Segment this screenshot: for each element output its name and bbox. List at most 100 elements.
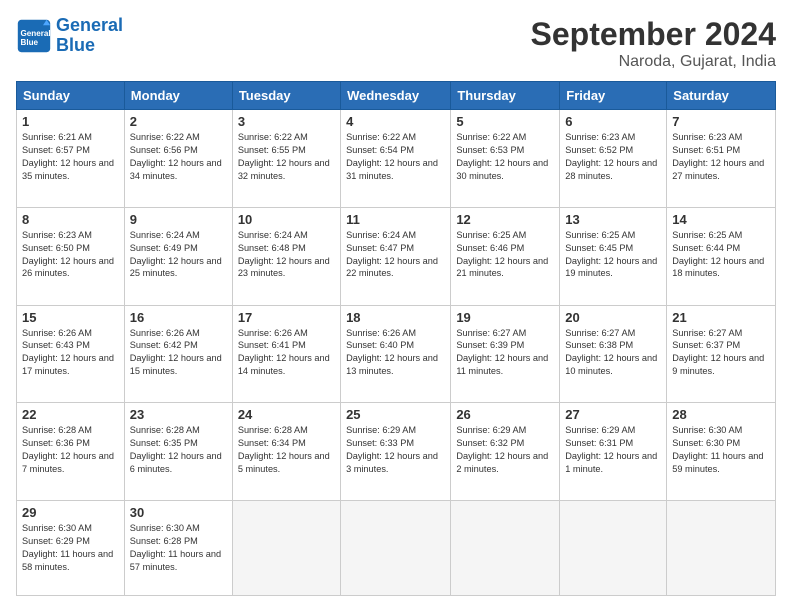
calendar-week-2: 15 Sunrise: 6:26 AM Sunset: 6:43 PM Dayl…	[17, 305, 776, 403]
day-number: 8	[22, 212, 119, 227]
calendar-week-4: 29 Sunrise: 6:30 AM Sunset: 6:29 PM Dayl…	[17, 501, 776, 596]
day-number: 9	[130, 212, 227, 227]
day-detail: Sunrise: 6:29 AM Sunset: 6:32 PM Dayligh…	[456, 424, 554, 476]
table-row: 3 Sunrise: 6:22 AM Sunset: 6:55 PM Dayli…	[232, 110, 340, 208]
day-number: 1	[22, 114, 119, 129]
table-row: 19 Sunrise: 6:27 AM Sunset: 6:39 PM Dayl…	[451, 305, 560, 403]
day-number: 6	[565, 114, 661, 129]
logo: General Blue GeneralBlue	[16, 16, 123, 56]
day-detail: Sunrise: 6:21 AM Sunset: 6:57 PM Dayligh…	[22, 131, 119, 183]
svg-text:Blue: Blue	[21, 38, 39, 47]
day-number: 25	[346, 407, 445, 422]
table-row	[560, 501, 667, 596]
day-detail: Sunrise: 6:28 AM Sunset: 6:34 PM Dayligh…	[238, 424, 335, 476]
col-friday: Friday	[560, 82, 667, 110]
table-row: 23 Sunrise: 6:28 AM Sunset: 6:35 PM Dayl…	[124, 403, 232, 501]
day-number: 19	[456, 310, 554, 325]
month-title: September 2024	[531, 16, 776, 53]
day-number: 27	[565, 407, 661, 422]
day-detail: Sunrise: 6:29 AM Sunset: 6:31 PM Dayligh…	[565, 424, 661, 476]
title-block: September 2024 Naroda, Gujarat, India	[531, 16, 776, 71]
table-row: 18 Sunrise: 6:26 AM Sunset: 6:40 PM Dayl…	[341, 305, 451, 403]
table-row: 28 Sunrise: 6:30 AM Sunset: 6:30 PM Dayl…	[667, 403, 776, 501]
table-row	[232, 501, 340, 596]
day-number: 18	[346, 310, 445, 325]
header-row: Sunday Monday Tuesday Wednesday Thursday…	[17, 82, 776, 110]
calendar-week-1: 8 Sunrise: 6:23 AM Sunset: 6:50 PM Dayli…	[17, 207, 776, 305]
table-row: 26 Sunrise: 6:29 AM Sunset: 6:32 PM Dayl…	[451, 403, 560, 501]
day-number: 2	[130, 114, 227, 129]
day-number: 23	[130, 407, 227, 422]
day-detail: Sunrise: 6:28 AM Sunset: 6:35 PM Dayligh…	[130, 424, 227, 476]
day-number: 28	[672, 407, 770, 422]
day-number: 29	[22, 505, 119, 520]
day-number: 17	[238, 310, 335, 325]
col-saturday: Saturday	[667, 82, 776, 110]
day-number: 22	[22, 407, 119, 422]
day-number: 15	[22, 310, 119, 325]
svg-text:General: General	[21, 29, 51, 38]
day-detail: Sunrise: 6:27 AM Sunset: 6:37 PM Dayligh…	[672, 327, 770, 379]
col-tuesday: Tuesday	[232, 82, 340, 110]
table-row: 16 Sunrise: 6:26 AM Sunset: 6:42 PM Dayl…	[124, 305, 232, 403]
calendar-week-3: 22 Sunrise: 6:28 AM Sunset: 6:36 PM Dayl…	[17, 403, 776, 501]
day-detail: Sunrise: 6:29 AM Sunset: 6:33 PM Dayligh…	[346, 424, 445, 476]
table-row: 2 Sunrise: 6:22 AM Sunset: 6:56 PM Dayli…	[124, 110, 232, 208]
day-detail: Sunrise: 6:24 AM Sunset: 6:47 PM Dayligh…	[346, 229, 445, 281]
table-row: 27 Sunrise: 6:29 AM Sunset: 6:31 PM Dayl…	[560, 403, 667, 501]
day-detail: Sunrise: 6:27 AM Sunset: 6:38 PM Dayligh…	[565, 327, 661, 379]
day-number: 16	[130, 310, 227, 325]
day-number: 10	[238, 212, 335, 227]
day-detail: Sunrise: 6:27 AM Sunset: 6:39 PM Dayligh…	[456, 327, 554, 379]
day-detail: Sunrise: 6:26 AM Sunset: 6:40 PM Dayligh…	[346, 327, 445, 379]
day-number: 7	[672, 114, 770, 129]
col-sunday: Sunday	[17, 82, 125, 110]
day-number: 5	[456, 114, 554, 129]
table-row: 10 Sunrise: 6:24 AM Sunset: 6:48 PM Dayl…	[232, 207, 340, 305]
table-row: 25 Sunrise: 6:29 AM Sunset: 6:33 PM Dayl…	[341, 403, 451, 501]
day-number: 12	[456, 212, 554, 227]
day-detail: Sunrise: 6:30 AM Sunset: 6:28 PM Dayligh…	[130, 522, 227, 574]
day-number: 13	[565, 212, 661, 227]
day-detail: Sunrise: 6:23 AM Sunset: 6:50 PM Dayligh…	[22, 229, 119, 281]
day-detail: Sunrise: 6:23 AM Sunset: 6:52 PM Dayligh…	[565, 131, 661, 183]
day-detail: Sunrise: 6:25 AM Sunset: 6:45 PM Dayligh…	[565, 229, 661, 281]
day-number: 14	[672, 212, 770, 227]
header: General Blue GeneralBlue September 2024 …	[16, 16, 776, 71]
table-row: 21 Sunrise: 6:27 AM Sunset: 6:37 PM Dayl…	[667, 305, 776, 403]
table-row: 24 Sunrise: 6:28 AM Sunset: 6:34 PM Dayl…	[232, 403, 340, 501]
table-row: 9 Sunrise: 6:24 AM Sunset: 6:49 PM Dayli…	[124, 207, 232, 305]
day-detail: Sunrise: 6:26 AM Sunset: 6:41 PM Dayligh…	[238, 327, 335, 379]
day-detail: Sunrise: 6:28 AM Sunset: 6:36 PM Dayligh…	[22, 424, 119, 476]
day-detail: Sunrise: 6:25 AM Sunset: 6:46 PM Dayligh…	[456, 229, 554, 281]
day-detail: Sunrise: 6:24 AM Sunset: 6:48 PM Dayligh…	[238, 229, 335, 281]
calendar-week-0: 1 Sunrise: 6:21 AM Sunset: 6:57 PM Dayli…	[17, 110, 776, 208]
table-row: 17 Sunrise: 6:26 AM Sunset: 6:41 PM Dayl…	[232, 305, 340, 403]
table-row: 8 Sunrise: 6:23 AM Sunset: 6:50 PM Dayli…	[17, 207, 125, 305]
calendar-table: Sunday Monday Tuesday Wednesday Thursday…	[16, 81, 776, 596]
day-detail: Sunrise: 6:22 AM Sunset: 6:53 PM Dayligh…	[456, 131, 554, 183]
logo-icon: General Blue	[16, 18, 52, 54]
table-row: 20 Sunrise: 6:27 AM Sunset: 6:38 PM Dayl…	[560, 305, 667, 403]
location-title: Naroda, Gujarat, India	[531, 53, 776, 71]
day-detail: Sunrise: 6:30 AM Sunset: 6:29 PM Dayligh…	[22, 522, 119, 574]
day-detail: Sunrise: 6:23 AM Sunset: 6:51 PM Dayligh…	[672, 131, 770, 183]
table-row: 6 Sunrise: 6:23 AM Sunset: 6:52 PM Dayli…	[560, 110, 667, 208]
table-row: 1 Sunrise: 6:21 AM Sunset: 6:57 PM Dayli…	[17, 110, 125, 208]
day-number: 20	[565, 310, 661, 325]
table-row: 13 Sunrise: 6:25 AM Sunset: 6:45 PM Dayl…	[560, 207, 667, 305]
day-number: 26	[456, 407, 554, 422]
table-row: 29 Sunrise: 6:30 AM Sunset: 6:29 PM Dayl…	[17, 501, 125, 596]
table-row: 4 Sunrise: 6:22 AM Sunset: 6:54 PM Dayli…	[341, 110, 451, 208]
table-row	[451, 501, 560, 596]
day-number: 30	[130, 505, 227, 520]
calendar-page: General Blue GeneralBlue September 2024 …	[0, 0, 792, 612]
col-wednesday: Wednesday	[341, 82, 451, 110]
day-number: 4	[346, 114, 445, 129]
day-detail: Sunrise: 6:26 AM Sunset: 6:43 PM Dayligh…	[22, 327, 119, 379]
day-detail: Sunrise: 6:22 AM Sunset: 6:56 PM Dayligh…	[130, 131, 227, 183]
col-monday: Monday	[124, 82, 232, 110]
day-number: 24	[238, 407, 335, 422]
table-row: 11 Sunrise: 6:24 AM Sunset: 6:47 PM Dayl…	[341, 207, 451, 305]
day-number: 3	[238, 114, 335, 129]
